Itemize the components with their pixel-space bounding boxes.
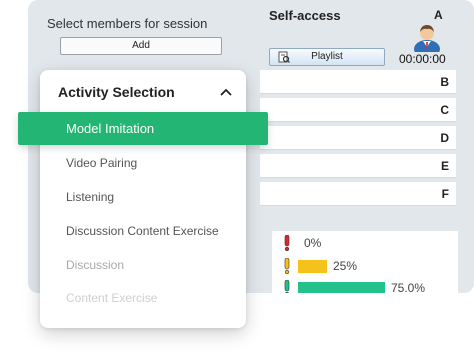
group-label-a: A	[434, 8, 443, 22]
group-slot-e[interactable]: E	[260, 154, 456, 178]
group-label-d: D	[440, 131, 449, 145]
progress-percent: 75.0%	[391, 281, 426, 293]
progress-bar	[298, 282, 385, 293]
activity-selection-title: Activity Selection	[58, 84, 175, 100]
group-slot-c[interactable]: C	[260, 98, 456, 122]
progress-percent: 0%	[304, 236, 322, 250]
session-timer: 00:00:00	[399, 52, 446, 66]
group-slot-f[interactable]: F	[260, 182, 456, 206]
activity-item-listening[interactable]: Listening	[66, 190, 114, 204]
progress-bar	[298, 260, 327, 273]
progress-row: 75.0%	[272, 279, 458, 293]
progress-percent: 25%	[333, 259, 358, 273]
progress-row: 25%	[272, 257, 458, 275]
activity-item-content-exercise[interactable]: Content Exercise	[66, 291, 157, 305]
activity-selection-dropdown: Activity Selection Video Pairing Listeni…	[40, 70, 246, 328]
activity-item-discussion[interactable]: Discussion	[66, 258, 124, 272]
self-access-title: Self-access	[269, 8, 341, 23]
progress-row: 0%	[272, 234, 458, 252]
group-label-c: C	[440, 103, 449, 117]
group-label-e: E	[440, 159, 449, 173]
exclamation-icon	[284, 258, 290, 274]
group-slot-d[interactable]: D	[260, 126, 456, 150]
activity-item-discussion-content-exercise[interactable]: Discussion Content Exercise	[66, 224, 219, 238]
playlist-icon	[278, 51, 290, 63]
progress-panel: 0% 25% 75.0%	[272, 231, 458, 293]
group-slot-b[interactable]: B	[260, 70, 456, 94]
avatar-icon[interactable]	[412, 22, 442, 52]
exclamation-icon	[284, 280, 290, 293]
exclamation-icon	[284, 235, 290, 251]
activity-item-video-pairing[interactable]: Video Pairing	[66, 156, 137, 170]
activity-item-model-imitation[interactable]: Model Imitation	[18, 112, 268, 145]
playlist-button[interactable]: Playlist	[269, 48, 385, 66]
chevron-up-icon[interactable]	[219, 87, 233, 97]
playlist-label: Playlist	[311, 51, 343, 62]
group-label-b: B	[440, 75, 449, 89]
group-label-f: F	[441, 187, 449, 201]
add-button[interactable]: Add	[60, 37, 222, 55]
select-members-label: Select members for session	[47, 16, 208, 31]
